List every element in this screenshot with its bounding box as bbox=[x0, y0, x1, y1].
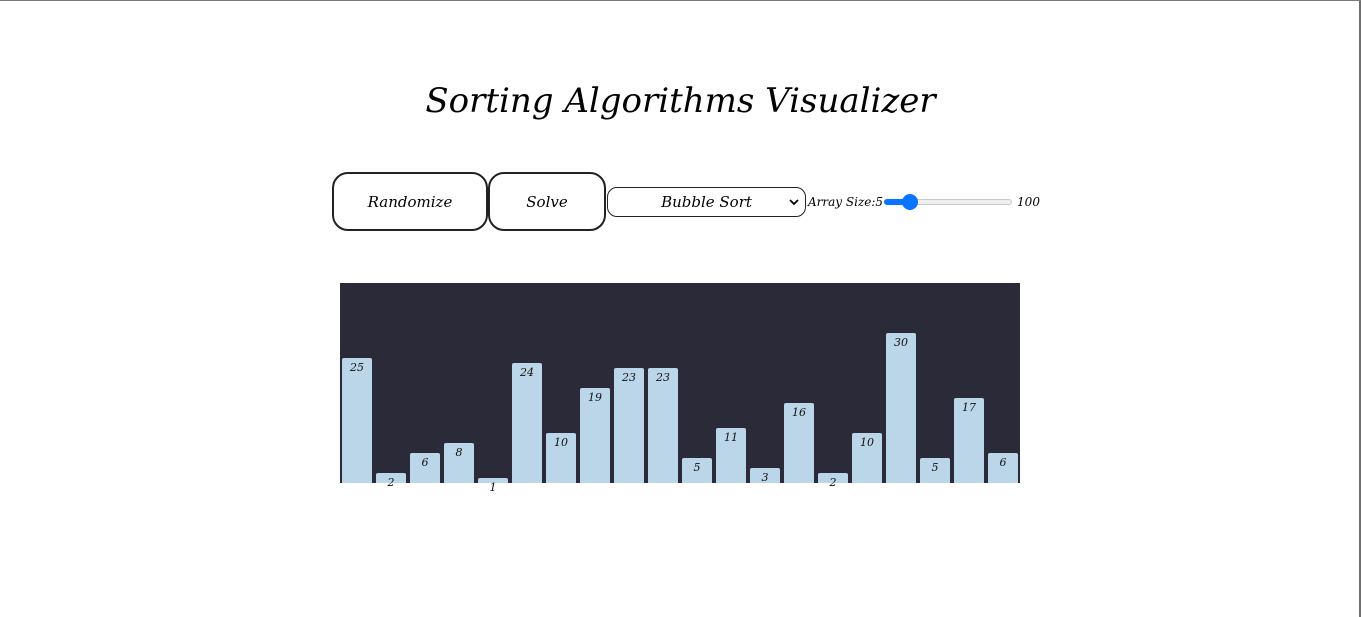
bar-value-label: 16 bbox=[792, 406, 806, 419]
bar-value-label: 11 bbox=[724, 431, 738, 444]
bar-value-label: 24 bbox=[520, 366, 534, 379]
bar-value-label: 5 bbox=[931, 461, 939, 474]
bar-value-label: 19 bbox=[588, 391, 602, 404]
algorithm-select-value: Bubble Sort bbox=[661, 192, 752, 211]
array-size-slider[interactable] bbox=[884, 193, 1013, 210]
bar-value-label: 10 bbox=[860, 436, 874, 449]
bar bbox=[512, 363, 542, 483]
randomize-button[interactable]: Randomize bbox=[332, 172, 488, 231]
bar-value-label: 2 bbox=[829, 476, 837, 489]
bars-chart: 25 2 6 8 1 24 10 19 23 23 5 11 3 16 2 10 30 5 17 6 bbox=[340, 283, 1020, 494]
bar-value-label: 17 bbox=[962, 401, 976, 414]
bar-value-label: 8 bbox=[455, 446, 463, 459]
controls-bar: Randomize Solve Bubble Sort Array Size:5… bbox=[332, 172, 1040, 231]
slider-thumb[interactable] bbox=[901, 193, 918, 210]
bar-value-label: 23 bbox=[622, 371, 636, 384]
bar-value-label: 1 bbox=[489, 481, 497, 494]
solve-button[interactable]: Solve bbox=[488, 172, 606, 231]
bar bbox=[886, 333, 916, 483]
bar-value-label: 10 bbox=[554, 436, 568, 449]
bar bbox=[648, 368, 678, 483]
bar-value-label: 5 bbox=[693, 461, 701, 474]
page-title: Sorting Algorithms Visualizer bbox=[425, 81, 936, 121]
bar-value-label: 6 bbox=[999, 456, 1007, 469]
bar-value-label: 2 bbox=[387, 476, 395, 489]
array-size-label: Array Size:5 bbox=[808, 194, 884, 209]
bar-value-label: 23 bbox=[656, 371, 670, 384]
bar-value-label: 30 bbox=[894, 336, 908, 349]
page: Sorting Algorithms Visualizer Randomize … bbox=[0, 0, 1361, 617]
array-size-max-label: 100 bbox=[1017, 194, 1040, 209]
bar-value-label: 6 bbox=[421, 456, 429, 469]
bar-value-label: 25 bbox=[350, 361, 364, 374]
chevron-down-icon bbox=[789, 198, 799, 205]
bar-value-label: 3 bbox=[761, 471, 769, 484]
algorithm-select[interactable]: Bubble Sort bbox=[607, 186, 806, 217]
bar bbox=[342, 358, 372, 483]
bar bbox=[614, 368, 644, 483]
